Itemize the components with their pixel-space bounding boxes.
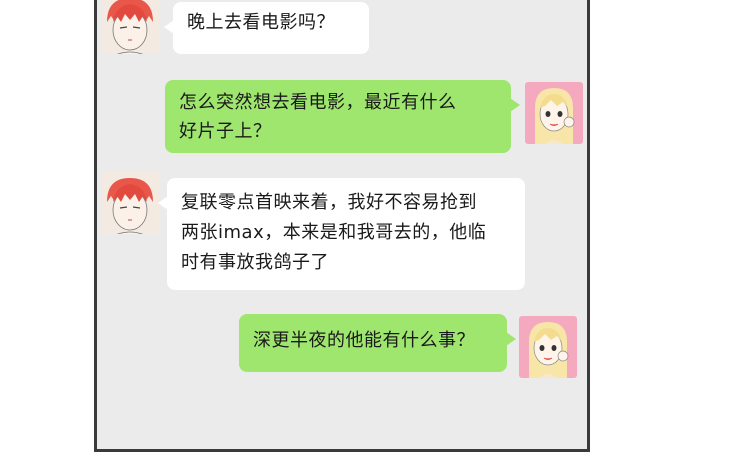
message-text-line: 好片子上？ [179,121,272,142]
message-bubble[interactable]: 怎么突然想去看电影，最近有什么 好片子上？ [165,80,520,153]
girl-avatar-icon[interactable] [519,316,577,378]
message-text-line: 两张imax，本来是和我哥去的，他临 [181,222,487,243]
message-text-line: 深更半夜的他能有什么事？ [253,330,475,351]
chat-panel: 晚上去看电影吗？ 怎么突然想去看电影，最近有什么 好片子上？ 复联零点首映来着，… [94,0,590,452]
message-text-line: 时有事放我鸽子了 [181,252,329,273]
message-text-line: 怎么突然想去看电影，最近有什么 [179,92,457,113]
boy-avatar-icon[interactable] [101,0,159,54]
message-text-line: 复联零点首映来着，我好不容易抢到 [181,192,477,213]
message-bubble[interactable]: 晚上去看电影吗？ [164,2,369,54]
message-bubble[interactable]: 深更半夜的他能有什么事？ [239,314,516,372]
message-bubble[interactable]: 复联零点首映来着，我好不容易抢到 两张imax，本来是和我哥去的，他临 时有事放… [158,178,525,290]
message-text-line: 晚上去看电影吗？ [187,12,335,33]
boy-avatar-icon[interactable] [101,172,159,234]
girl-avatar-icon[interactable] [525,82,583,144]
